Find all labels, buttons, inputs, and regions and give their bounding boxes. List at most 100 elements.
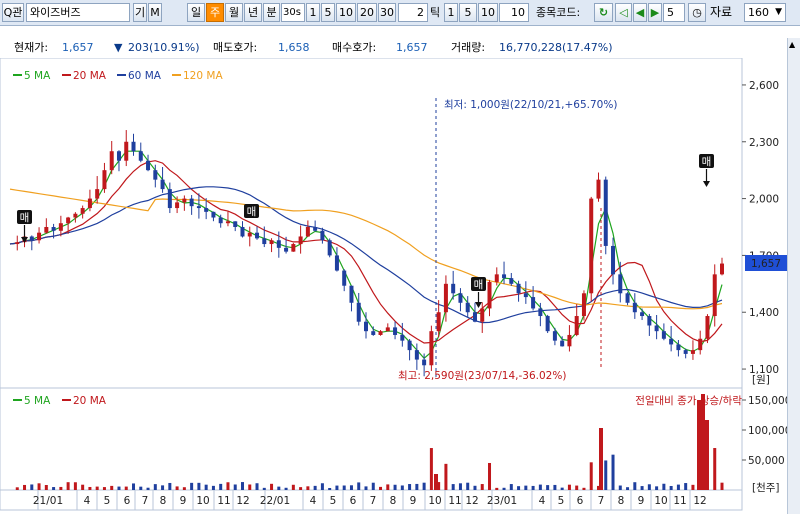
change-down-icon: ▼ [114,41,123,54]
minute-select[interactable]: 30s [281,3,305,22]
count-input[interactable]: 5 [663,3,685,22]
date-tick-label: 12 [693,495,706,507]
date-tick-label: 22/01 [260,495,290,507]
tick-10-button[interactable]: 10 [478,3,498,22]
date-tick-label: 8 [618,495,625,507]
date-tick-label: 12 [465,495,478,507]
next-icon[interactable]: ▶ [648,3,662,22]
bid-value: 1,657 [396,41,428,54]
tick-label: 틱 [430,6,441,19]
tag-button-2[interactable]: M [148,3,162,22]
svg-text:매: 매 [702,156,712,168]
volume-tick-label: 50,000 [748,455,785,467]
legend-5ma: 5 MA [24,70,51,82]
volume-tick-label: 150,000 [748,395,787,407]
prev-icon[interactable]: ◀ [633,3,647,22]
vol-legend-20ma: 20 MA [73,395,107,407]
period-week-button[interactable]: 주 [206,3,224,22]
date-tick-label: 5 [104,495,111,507]
tick-count-input[interactable]: 10 [499,3,529,22]
minute-10-button[interactable]: 10 [336,3,356,22]
date-tick-label: 9 [180,495,187,507]
toolbar: Q관 와이즈버즈 기 M 일 주 월 년 분 30s 1 5 10 20 30 … [0,0,800,26]
search-icon[interactable]: Q관 [2,3,24,22]
minute-30-button[interactable]: 30 [378,3,396,22]
date-tick-label: 4 [310,495,317,507]
date-tick-label: 5 [558,495,565,507]
date-tick-label: 11 [448,495,461,507]
stock-chart[interactable]: 최저: 1,000원(22/10/21,+65.70%) 최고: 2,590원(… [0,58,787,514]
svg-text:1,657: 1,657 [751,258,781,270]
bid-label: 매수호가: [332,41,377,54]
volume-title: 전일대비 종가 상승/하락 [635,394,742,407]
svg-text:매: 매 [247,206,257,218]
data-label: 자료 [710,5,733,19]
vertical-scrollbar[interactable]: ▲ [787,38,800,514]
current-price-tag: 1,657 [745,255,787,271]
date-tick-label: 11 [673,495,686,507]
price-tick-label: 2,300 [749,137,779,149]
price-value: 1,657 [62,41,94,54]
volume-value: 16,770,228(17.47%) [499,41,613,54]
stock-name-input[interactable]: 와이즈버즈 [26,3,130,22]
date-tick-label: 5 [330,495,337,507]
legend-120ma: 120 MA [183,70,223,82]
date-tick-label: 4 [84,495,91,507]
period-minute-button[interactable]: 분 [263,3,280,22]
date-tick-label: 10 [196,495,209,507]
tick-1-button[interactable]: 1 [444,3,458,22]
minute-20-button[interactable]: 20 [357,3,377,22]
data-count-select[interactable]: 160 ▼ [744,3,786,22]
date-tick-label: 6 [350,495,357,507]
price-unit: [원] [752,374,770,386]
date-tick-label: 6 [577,495,584,507]
tick-input[interactable]: 2 [398,3,428,22]
date-tick-label: 7 [370,495,377,507]
svg-text:매: 매 [474,279,484,291]
minute-1-button[interactable]: 1 [306,3,320,22]
volume-unit: [천주] [752,482,780,494]
date-tick-label: 7 [142,495,149,507]
high-annotation: 최고: 2,590원(23/07/14,-36.02%) [398,370,566,382]
date-tick-label: 10 [428,495,441,507]
refresh-icon[interactable]: ↻ [594,3,613,22]
svg-text:매: 매 [20,212,30,224]
price-label: 현재가: [14,41,49,54]
period-day-button[interactable]: 일 [187,3,205,22]
period-month-button[interactable]: 월 [225,3,243,22]
date-tick-label: 8 [160,495,167,507]
chevron-down-icon: ▼ [775,7,782,17]
price-info-bar: 현재가: 1,657 ▼ 203(10.91%) 매도호가: 1,658 매수호… [0,38,800,58]
volume-tick-label: 100,000 [748,425,787,437]
date-tick-label: 11 [217,495,230,507]
vol-legend-5ma: 5 MA [24,395,51,407]
ask-label: 매도호가: [213,41,258,54]
date-tick-label: 9 [410,495,417,507]
price-tick-label: 2,600 [749,80,779,92]
date-tick-label: 12 [236,495,249,507]
scroll-up-icon[interactable]: ▲ [789,40,795,49]
stock-code-label: 종목코드: [536,6,581,19]
sell-badge-2: 매 [244,204,259,218]
price-tick-label: 1,400 [749,307,779,319]
minute-5-button[interactable]: 5 [321,3,335,22]
price-tick-label: 2,000 [749,194,779,206]
date-tick-label: 23/01 [487,495,517,507]
date-tick-label: 6 [124,495,131,507]
date-tick-label: 4 [539,495,546,507]
date-tick-label: 21/01 [33,495,63,507]
date-tick-label: 7 [598,495,605,507]
period-year-button[interactable]: 년 [244,3,262,22]
date-tick-label: 9 [638,495,645,507]
date-tick-label: 8 [390,495,397,507]
legend-60ma: 60 MA [128,70,162,82]
ask-value: 1,658 [278,41,310,54]
rewind-icon[interactable]: ◁ [615,3,632,22]
change-value: 203(10.91%) [128,41,200,54]
low-annotation: 최저: 1,000원(22/10/21,+65.70%) [444,99,617,111]
clock-icon[interactable]: ◷ [688,3,706,22]
tag-button-1[interactable]: 기 [133,3,147,22]
date-tick-label: 10 [654,495,667,507]
legend-20ma: 20 MA [73,70,107,82]
tick-5-button[interactable]: 5 [459,3,477,22]
